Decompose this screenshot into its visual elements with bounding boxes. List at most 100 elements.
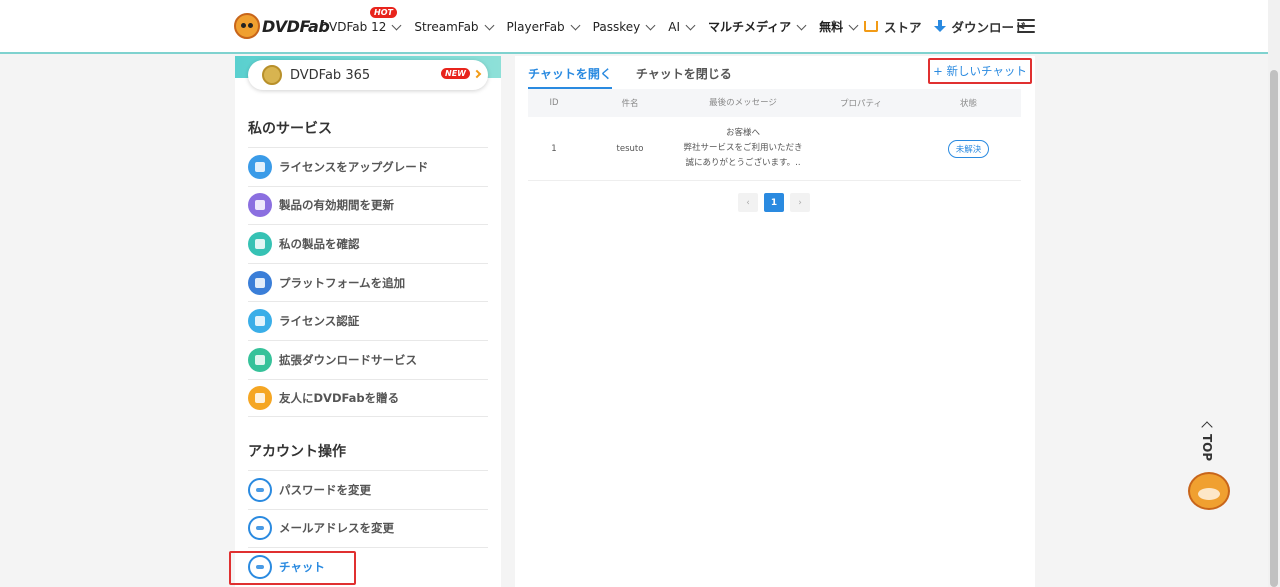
col-status: 状態 bbox=[959, 99, 977, 109]
store-link[interactable]: ストア bbox=[884, 17, 922, 36]
site-header: DVDFab DVDFab 12 HOT StreamFab PlayerFab… bbox=[0, 0, 1268, 54]
license-cloud-icon bbox=[248, 309, 272, 334]
my-services-title: 私のサービス bbox=[248, 121, 332, 137]
chevron-down-icon bbox=[484, 20, 494, 30]
sidebar-item-renew[interactable]: 製品の有効期間を更新 bbox=[248, 185, 488, 225]
account-sidebar: DVDFab 365 NEW 私のサービス ライセンスをアップグレード 製品の有… bbox=[235, 56, 501, 587]
chevron-down-icon bbox=[848, 20, 859, 30]
cell-id: 1 bbox=[551, 143, 557, 154]
nav-item-playerfab[interactable]: PlayerFab bbox=[506, 18, 581, 35]
sidebar-item-label: 私の製品を確認 bbox=[279, 236, 360, 251]
chevron-down-icon bbox=[685, 20, 696, 30]
chevron-up-icon bbox=[1201, 421, 1213, 433]
chat-table: ID 件名 最後のメッセージ プロパティ 状態 1 tesuto お客様へ 弊社… bbox=[528, 89, 1021, 181]
nav-label: AI bbox=[668, 19, 680, 34]
sidebar-item-label: プラットフォームを追加 bbox=[279, 275, 406, 290]
col-last-message: 最後のメッセージ bbox=[709, 97, 777, 108]
cell-last-message: お客様へ 弊社サービスをご利用いただき 誠にありがとうございます。.. bbox=[680, 126, 806, 171]
products-icon bbox=[248, 231, 272, 256]
chat-highlight-box bbox=[229, 551, 356, 585]
chevron-down-icon bbox=[570, 20, 581, 30]
nav-label: 無料 bbox=[819, 20, 844, 34]
nav-item-dvdfab12[interactable]: DVDFab 12 HOT bbox=[320, 7, 402, 35]
email-icon bbox=[248, 516, 272, 541]
sidebar-item-gift[interactable]: 友人にDVDFabを贈る bbox=[248, 378, 488, 418]
nav-item-ai[interactable]: AI bbox=[668, 18, 696, 35]
dvdfab365-promo[interactable]: DVDFab 365 NEW bbox=[248, 60, 488, 90]
nav-label: Passkey bbox=[592, 19, 641, 34]
nav-label: マルチメディア bbox=[707, 20, 792, 34]
sidebar-item-download-service[interactable]: 拡張ダウンロードサービス bbox=[248, 339, 488, 379]
table-header: ID 件名 最後のメッセージ プロパティ 状態 bbox=[528, 89, 1021, 117]
nav-item-free[interactable]: 無料 bbox=[819, 18, 859, 35]
platform-icon bbox=[248, 270, 272, 295]
download-icon bbox=[933, 19, 946, 34]
nav-item-streamfab[interactable]: StreamFab bbox=[414, 18, 494, 35]
main-nav: DVDFab 12 HOT StreamFab PlayerFab Passke… bbox=[320, 7, 871, 35]
cart-icon bbox=[864, 21, 878, 32]
status-badge: 未解決 bbox=[947, 139, 990, 158]
download-service-icon bbox=[248, 347, 272, 372]
table-row[interactable]: 1 tesuto お客様へ 弊社サービスをご利用いただき 誠にありがとうございま… bbox=[528, 117, 1021, 181]
sidebar-item-add-platform[interactable]: プラットフォームを追加 bbox=[248, 262, 488, 302]
sidebar-item-label: ライセンス認証 bbox=[279, 314, 360, 329]
sidebar-item-label: 製品の有効期間を更新 bbox=[279, 198, 394, 213]
sidebar-item-label: メールアドレスを変更 bbox=[279, 521, 394, 536]
services-menu: ライセンスをアップグレード 製品の有効期間を更新 私の製品を確認 プラットフォー… bbox=[248, 147, 488, 418]
new-chat-button[interactable]: + 新しいチャット bbox=[928, 58, 1032, 84]
header-actions: ストア ダウンロード bbox=[864, 17, 1027, 36]
sidebar-item-change-password[interactable]: パスワードを変更 bbox=[248, 470, 488, 509]
sidebar-item-my-products[interactable]: 私の製品を確認 bbox=[248, 224, 488, 263]
chat-panel: チャットを開く チャットを閉じる + 新しいチャット ID 件名 最後のメッセー… bbox=[515, 56, 1035, 587]
sidebar-item-label: 友人にDVDFabを贈る bbox=[279, 390, 400, 405]
chevron-down-icon bbox=[645, 20, 656, 30]
message-line: 誠にありがとうございます。.. bbox=[685, 158, 801, 168]
sidebar-item-label: パスワードを変更 bbox=[279, 482, 371, 497]
upgrade-icon bbox=[248, 154, 272, 179]
nav-item-passkey[interactable]: Passkey bbox=[592, 18, 656, 35]
account-ops-title: アカウント操作 bbox=[248, 444, 346, 460]
page-1-button[interactable]: 1 bbox=[764, 193, 784, 212]
dvdfab365-icon bbox=[262, 65, 282, 85]
nav-item-multimedia[interactable]: マルチメディア bbox=[707, 18, 807, 35]
nav-label: PlayerFab bbox=[506, 19, 565, 34]
nav-label: StreamFab bbox=[414, 19, 479, 34]
mascot-icon[interactable] bbox=[1188, 472, 1230, 510]
chat-tabs: チャットを開く チャットを閉じる bbox=[528, 65, 756, 89]
sidebar-item-label: 拡張ダウンロードサービス bbox=[279, 352, 417, 367]
message-line: 弊社サービスをご利用いただき bbox=[683, 143, 803, 153]
col-property: プロパティ bbox=[840, 99, 882, 109]
sidebar-item-label: ライセンスをアップグレード bbox=[279, 159, 429, 174]
download-link[interactable]: ダウンロード bbox=[952, 17, 1027, 36]
cell-subject: tesuto bbox=[616, 143, 644, 154]
scrollbar-thumb[interactable] bbox=[1270, 70, 1278, 587]
sidebar-item-change-email[interactable]: メールアドレスを変更 bbox=[248, 508, 488, 548]
tab-open-chats[interactable]: チャットを開く bbox=[528, 65, 612, 89]
promo-label: DVDFab 365 bbox=[290, 67, 371, 83]
top-label: TOP bbox=[1200, 434, 1214, 462]
mascot-logo-icon bbox=[234, 13, 260, 39]
key-icon bbox=[248, 477, 272, 502]
sidebar-item-license-auth[interactable]: ライセンス認証 bbox=[248, 301, 488, 340]
message-line: お客様へ bbox=[725, 128, 760, 138]
chevron-right-icon bbox=[472, 69, 482, 79]
col-id: ID bbox=[549, 98, 559, 108]
dvdfab-logo[interactable]: DVDFab bbox=[234, 13, 330, 39]
sidebar-item-upgrade-license[interactable]: ライセンスをアップグレード bbox=[248, 147, 488, 186]
pagination: ‹ 1 › bbox=[738, 193, 816, 212]
gift-icon bbox=[248, 385, 272, 410]
hot-badge: HOT bbox=[370, 7, 397, 18]
chevron-down-icon bbox=[796, 20, 807, 30]
renew-icon bbox=[248, 193, 272, 218]
next-page-button[interactable]: › bbox=[790, 193, 810, 212]
nav-label: DVDFab 12 bbox=[320, 19, 387, 34]
new-badge: NEW bbox=[441, 68, 470, 79]
chevron-down-icon bbox=[391, 20, 402, 30]
tab-closed-chats[interactable]: チャットを閉じる bbox=[636, 65, 732, 89]
hamburger-menu-icon[interactable] bbox=[1017, 19, 1035, 33]
page-scrollbar[interactable] bbox=[1268, 0, 1280, 587]
cell-status: 未解決 bbox=[916, 139, 1021, 158]
col-subject: 件名 bbox=[621, 99, 639, 109]
prev-page-button[interactable]: ‹ bbox=[738, 193, 758, 212]
back-to-top-button[interactable]: TOP bbox=[1193, 418, 1221, 468]
